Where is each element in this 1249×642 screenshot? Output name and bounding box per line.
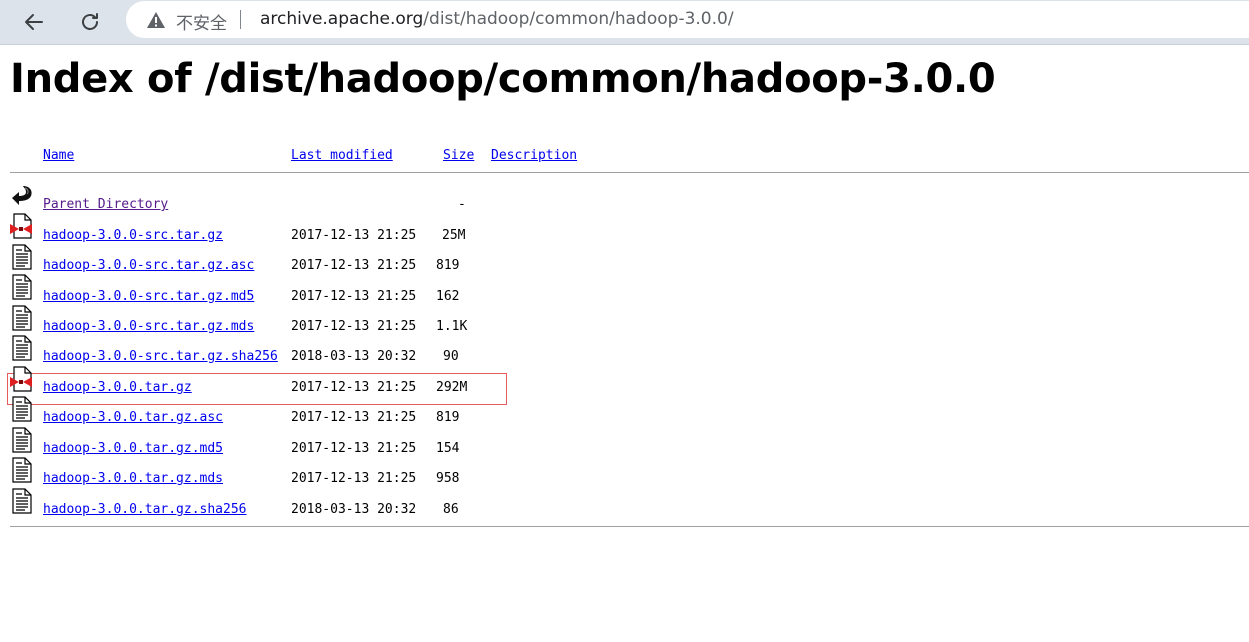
parent-directory-icon xyxy=(12,186,32,205)
text-file-icon xyxy=(12,488,32,514)
footer-divider xyxy=(10,526,1249,527)
text-file-icon xyxy=(12,427,32,453)
file-link[interactable]: hadoop-3.0.0-src.tar.gz xyxy=(43,228,223,243)
list-item-size: 154 xyxy=(436,441,460,456)
file-link[interactable]: hadoop-3.0.0-src.tar.gz.md5 xyxy=(43,289,254,304)
column-header-name[interactable]: Name xyxy=(43,148,74,163)
list-item-name[interactable]: hadoop-3.0.0-src.tar.gz.mds xyxy=(43,319,254,334)
list-item-name[interactable]: hadoop-3.0.0-src.tar.gz.md5 xyxy=(43,289,254,304)
list-item-name[interactable]: hadoop-3.0.0-src.tar.gz.asc xyxy=(43,258,254,273)
file-link[interactable]: hadoop-3.0.0.tar.gz xyxy=(43,380,192,395)
list-item-name[interactable]: hadoop-3.0.0.tar.gz.mds xyxy=(43,471,223,486)
list-item-date: 2017-12-13 21:25 xyxy=(291,471,417,486)
text-file-icon xyxy=(12,396,32,422)
sort-by-name-link[interactable]: Name xyxy=(43,148,74,163)
directory-listing: Name Last modified Size Description Pare… xyxy=(0,0,1249,642)
list-item-size: 1.1K xyxy=(436,319,468,334)
compressed-file-icon xyxy=(10,366,32,392)
list-item-date: 2018-03-13 20:32 xyxy=(291,349,417,364)
list-item-date: 2018-03-13 20:32 xyxy=(291,502,417,517)
file-link[interactable]: hadoop-3.0.0.tar.gz.sha256 xyxy=(43,502,247,517)
column-header-size[interactable]: Size xyxy=(443,148,474,163)
sort-by-size-link[interactable]: Size xyxy=(443,148,474,163)
list-item-size: 86 xyxy=(443,502,459,517)
header-divider xyxy=(10,172,1249,173)
file-link[interactable]: hadoop-3.0.0-src.tar.gz.asc xyxy=(43,258,254,273)
list-item-date: 2017-12-13 21:25 xyxy=(291,228,417,243)
list-item-name[interactable]: hadoop-3.0.0-src.tar.gz.sha256 xyxy=(43,349,278,364)
file-link[interactable]: hadoop-3.0.0-src.tar.gz.mds xyxy=(43,319,254,334)
text-file-icon xyxy=(12,305,32,331)
text-file-icon xyxy=(12,244,32,270)
list-item-name[interactable]: hadoop-3.0.0.tar.gz.asc xyxy=(43,410,223,425)
file-link[interactable]: hadoop-3.0.0.tar.gz.mds xyxy=(43,471,223,486)
sort-by-description-link[interactable]: Description xyxy=(491,148,577,163)
list-item-date: 2017-12-13 21:25 xyxy=(291,410,417,425)
list-item-date: 2017-12-13 21:25 xyxy=(291,380,417,395)
list-item-date: 2017-12-13 21:25 xyxy=(291,319,417,334)
sort-by-last-modified-link[interactable]: Last modified xyxy=(291,148,393,163)
list-item-date: 2017-12-13 21:25 xyxy=(291,441,417,456)
list-item-name[interactable]: Parent Directory xyxy=(43,197,168,212)
list-item-size: 819 xyxy=(436,410,460,425)
file-link[interactable]: Parent Directory xyxy=(43,197,168,212)
list-item-size: 292M xyxy=(436,380,468,395)
list-item-size: 90 xyxy=(443,349,459,364)
column-header-last-modified[interactable]: Last modified xyxy=(291,148,393,163)
text-file-icon xyxy=(12,335,32,361)
file-link[interactable]: hadoop-3.0.0.tar.gz.md5 xyxy=(43,441,223,456)
column-header-description[interactable]: Description xyxy=(491,148,577,163)
list-item-name[interactable]: hadoop-3.0.0.tar.gz.md5 xyxy=(43,441,223,456)
list-item-size: - xyxy=(458,197,466,212)
compressed-file-icon xyxy=(10,213,32,239)
list-item-date: 2017-12-13 21:25 xyxy=(291,258,417,273)
list-item-name[interactable]: hadoop-3.0.0.tar.gz xyxy=(43,380,192,395)
list-item-date: 2017-12-13 21:25 xyxy=(291,289,417,304)
text-file-icon xyxy=(12,274,32,300)
list-item-size: 25M xyxy=(442,228,466,243)
list-item-name[interactable]: hadoop-3.0.0.tar.gz.sha256 xyxy=(43,502,247,517)
file-link[interactable]: hadoop-3.0.0.tar.gz.asc xyxy=(43,410,223,425)
list-item-size: 819 xyxy=(436,258,460,273)
list-item-name[interactable]: hadoop-3.0.0-src.tar.gz xyxy=(43,228,223,243)
text-file-icon xyxy=(12,457,32,483)
list-item-size: 958 xyxy=(436,471,460,486)
file-link[interactable]: hadoop-3.0.0-src.tar.gz.sha256 xyxy=(43,349,278,364)
list-item-size: 162 xyxy=(436,289,460,304)
